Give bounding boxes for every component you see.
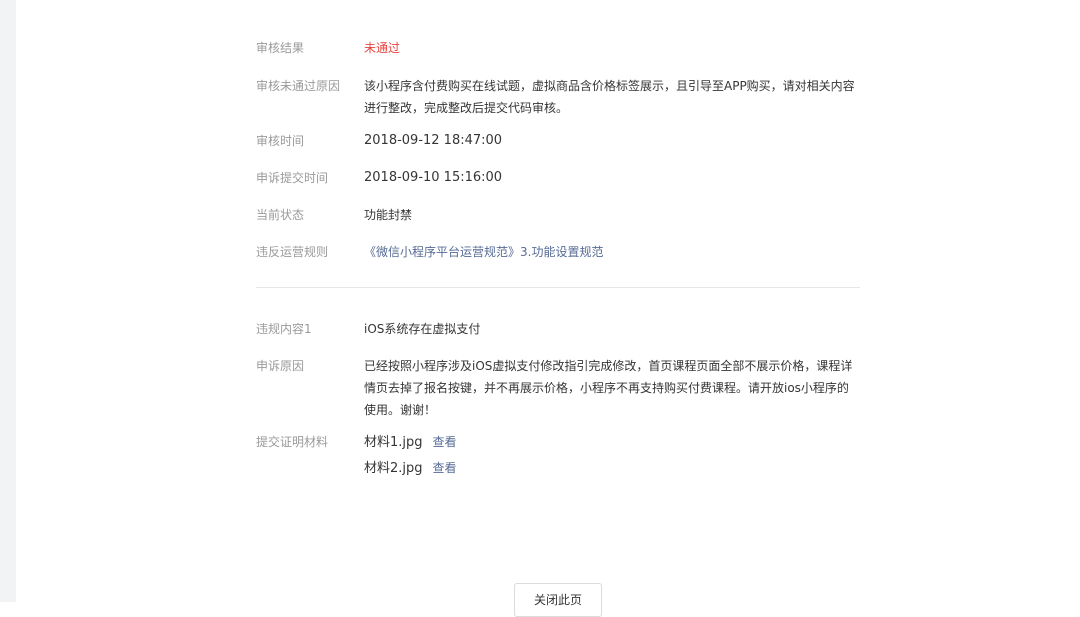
materials-label: 提交证明材料 [256,435,329,449]
left-sidebar-strip [0,0,16,602]
appeal-reason-value: 已经按照小程序涉及iOS虚拟支付修改指引完成修改，首页课程页面全部不展示价格，课… [364,359,853,417]
appeal-reason-label: 申诉原因 [256,359,305,373]
audit-reason-label: 审核未通过原因 [256,79,341,93]
section-divider [256,287,860,288]
close-page-button[interactable]: 关闭此页 [514,583,602,617]
material-file-name: 材料2.jpg [364,461,423,476]
material-item: 材料1.jpg 查看 [364,431,856,457]
audit-time-value: 2018-09-12 18:47:00 [364,133,503,148]
material-view-link[interactable]: 查看 [433,461,457,475]
violated-rule-link[interactable]: 《微信小程序平台运营规范》3.功能设置规范 [364,245,603,259]
appeal-time-label: 申诉提交时间 [256,171,329,185]
violated-rule-label: 违反运营规则 [256,245,329,259]
audit-result-value: 未通过 [364,41,401,55]
violation-content-label: 违规内容1 [256,322,312,336]
material-file-name: 材料1.jpg [364,435,423,450]
material-view-link[interactable]: 查看 [433,435,457,449]
audit-reason-value: 该小程序含付费购买在线试题，虚拟商品含价格标签展示，且引导至APP购买，请对相关… [364,79,855,115]
appeal-time-value: 2018-09-10 15:16:00 [364,170,503,185]
audit-result-label: 审核结果 [256,41,305,55]
current-status-label: 当前状态 [256,208,305,222]
materials-list: 材料1.jpg 查看 材料2.jpg 查看 [364,431,856,483]
violation-content-value: iOS系统存在虚拟支付 [364,322,481,336]
current-status-value: 功能封禁 [364,208,413,222]
audit-time-label: 审核时间 [256,134,305,148]
material-item: 材料2.jpg 查看 [364,457,856,483]
